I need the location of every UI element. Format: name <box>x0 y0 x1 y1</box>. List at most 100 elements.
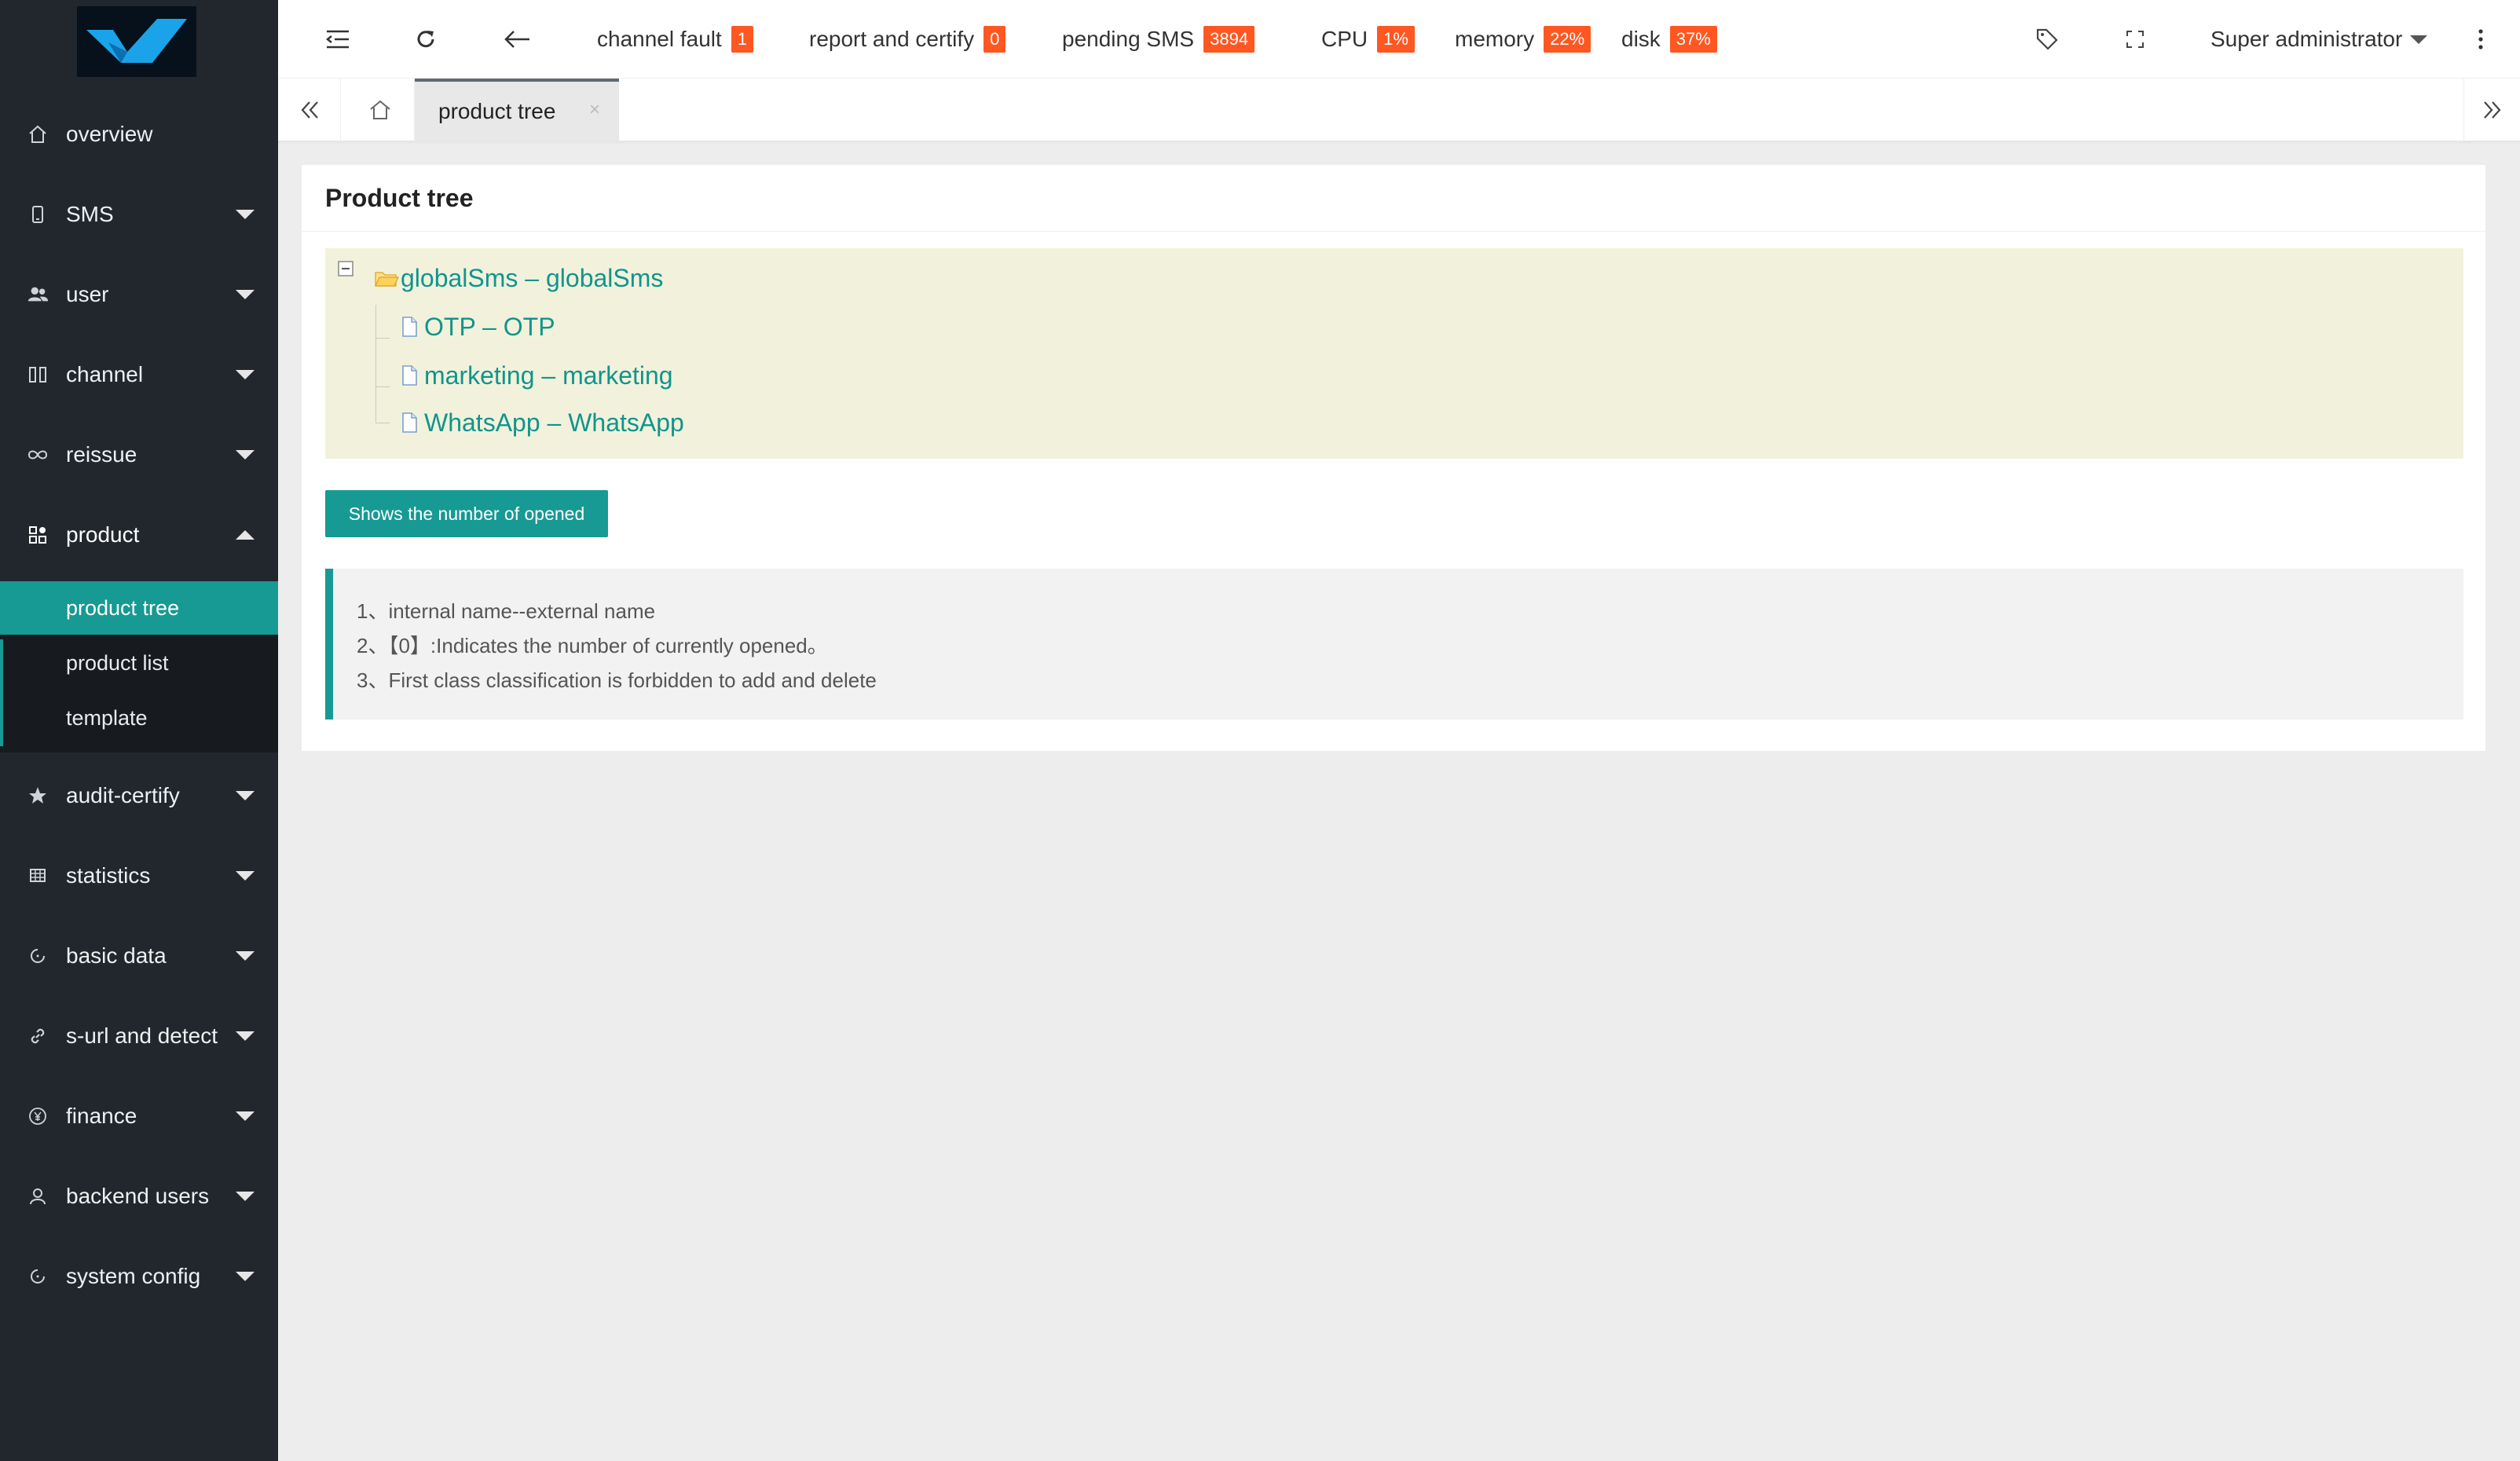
tree-connector <box>375 305 376 423</box>
file-icon <box>402 365 417 386</box>
folder-open-icon <box>375 272 399 287</box>
refresh-icon <box>27 945 49 967</box>
tree-connector <box>375 338 390 339</box>
nav-item-audit-certify[interactable]: audit-certify <box>0 756 278 836</box>
tree-collapse-toggle[interactable] <box>338 261 353 276</box>
nav-item-basic-data[interactable]: basic data <box>0 916 278 996</box>
main-card: Product tree globalSms – globalSms OTP –… <box>302 165 2485 751</box>
stat-label: pending SMS <box>1062 27 1195 51</box>
nav-item-user[interactable]: user <box>0 254 278 335</box>
fullscreen-icon[interactable] <box>2119 24 2151 55</box>
menu-collapse-icon[interactable] <box>322 24 353 55</box>
note-line: 3、First class classification is forbidde… <box>357 668 877 692</box>
nav-label: system config <box>66 1264 201 1288</box>
chevron-down-icon <box>236 1272 255 1281</box>
nav-label: backend users <box>66 1184 210 1208</box>
grid-plus-icon <box>27 524 49 546</box>
stat-memory[interactable]: memory 22% <box>1455 24 1591 55</box>
nav-label: reissue <box>66 442 137 467</box>
tree-node-otp[interactable]: OTP – OTP <box>401 309 555 344</box>
nav-item-product[interactable]: product <box>0 495 278 575</box>
sidebar-item-product-tree[interactable]: product tree <box>0 581 278 635</box>
infinity-icon <box>27 444 49 466</box>
note-line: 1、internal name--external name <box>357 599 656 623</box>
nav-item-statistics[interactable]: statistics <box>0 836 278 916</box>
stat-report-and-certify[interactable]: report and certify 0 <box>809 24 1006 55</box>
status-badge: 3894 <box>1203 26 1255 53</box>
app-logo[interactable] <box>77 6 196 77</box>
stat-label: report and certify <box>809 27 975 51</box>
status-badge: 37% <box>1669 26 1717 53</box>
status-badge: 1 <box>731 26 754 53</box>
file-icon <box>402 412 417 433</box>
show-opened-count-button[interactable]: Shows the number of opened <box>325 490 608 537</box>
chevron-down-icon <box>236 290 255 299</box>
stat-pending-sms[interactable]: pending SMS 3894 <box>1062 24 1255 55</box>
stat-label: CPU <box>1321 27 1368 51</box>
nav-label: overview <box>66 122 153 146</box>
logo-icon <box>86 19 187 63</box>
product-tree: globalSms – globalSms OTP – OTP marketin… <box>325 248 2463 459</box>
chevron-down-icon <box>236 1031 255 1041</box>
tree-node-marketing[interactable]: marketing – marketing <box>401 358 673 393</box>
user-menu[interactable]: Super administrator <box>2210 24 2428 55</box>
stat-channel-fault[interactable]: channel fault 1 <box>597 24 754 55</box>
user-icon <box>27 1185 49 1207</box>
nav-item-reissue[interactable]: reissue <box>0 415 278 495</box>
top-header: channel fault 1 report and certify 0 pen… <box>278 0 2520 79</box>
tree-node-whatsapp[interactable]: WhatsApp – WhatsApp <box>401 405 684 440</box>
columns-icon <box>27 364 49 386</box>
home-tab-icon[interactable] <box>346 79 415 141</box>
nav-label: basic data <box>66 943 167 968</box>
chevron-down-icon <box>236 871 255 881</box>
nav-label: SMS <box>66 202 114 226</box>
nav-item-finance[interactable]: finance <box>0 1076 278 1156</box>
nav-item-sms[interactable]: SMS <box>0 174 278 254</box>
stat-cpu[interactable]: CPU 1% <box>1321 24 1415 55</box>
chevron-down-icon <box>236 951 255 961</box>
stat-label: memory <box>1455 27 1535 51</box>
close-icon[interactable]: × <box>589 99 600 121</box>
nav-item-overview[interactable]: overview <box>0 94 278 174</box>
sidebar-item-template[interactable]: template <box>0 691 278 745</box>
note-line: 2、【0】:Indicates the number of currently … <box>357 634 828 657</box>
tree-node-label: OTP – OTP <box>424 312 555 341</box>
tree-node-root[interactable]: globalSms – globalSms <box>374 261 663 295</box>
minus-box-icon <box>338 261 353 276</box>
nav-label: audit-certify <box>66 783 180 807</box>
notes-blockquote: 1、internal name--external name 2、【0】:Ind… <box>325 569 2463 720</box>
chevron-down-icon <box>236 370 255 379</box>
status-badge: 1% <box>1377 26 1415 53</box>
sidebar-item-product-list[interactable]: product list <box>0 636 278 690</box>
table-icon <box>27 865 49 887</box>
nav-label: s-url and detect <box>66 1023 218 1048</box>
product-submenu: product tree product list template <box>0 581 278 752</box>
chevron-down-icon <box>236 1192 255 1201</box>
tag-icon[interactable] <box>2031 24 2063 55</box>
tabs-scroll-right-icon[interactable] <box>2463 79 2520 141</box>
submenu-label: product tree <box>66 595 180 620</box>
nav-item-backend-users[interactable]: backend users <box>0 1156 278 1236</box>
nav-item-system-config[interactable]: system config <box>0 1236 278 1316</box>
refresh-icon[interactable] <box>410 24 441 55</box>
file-icon <box>402 317 417 337</box>
home-icon <box>27 123 49 145</box>
back-arrow-icon[interactable] <box>501 24 533 55</box>
chevron-down-icon <box>236 210 255 219</box>
tab-product-tree[interactable]: product tree × <box>415 79 619 141</box>
settings-icon <box>27 1265 49 1287</box>
status-badge: 22% <box>1544 26 1591 53</box>
users-icon <box>27 284 49 306</box>
card-divider <box>302 231 2485 232</box>
nav-item-channel[interactable]: channel <box>0 335 278 415</box>
nav-label: user <box>66 282 109 306</box>
nav-label: channel <box>66 362 144 386</box>
more-vertical-icon[interactable] <box>2465 24 2496 55</box>
stat-disk[interactable]: disk 37% <box>1621 24 1717 55</box>
tree-node-label: marketing – marketing <box>424 361 673 390</box>
chevron-down-icon <box>236 450 255 460</box>
nav-item-s-url-and-detect[interactable]: s-url and detect <box>0 996 278 1076</box>
nav-label: statistics <box>66 863 151 888</box>
tabs-scroll-left-icon[interactable] <box>278 79 341 141</box>
tree-node-label: globalSms – globalSms <box>401 263 664 292</box>
